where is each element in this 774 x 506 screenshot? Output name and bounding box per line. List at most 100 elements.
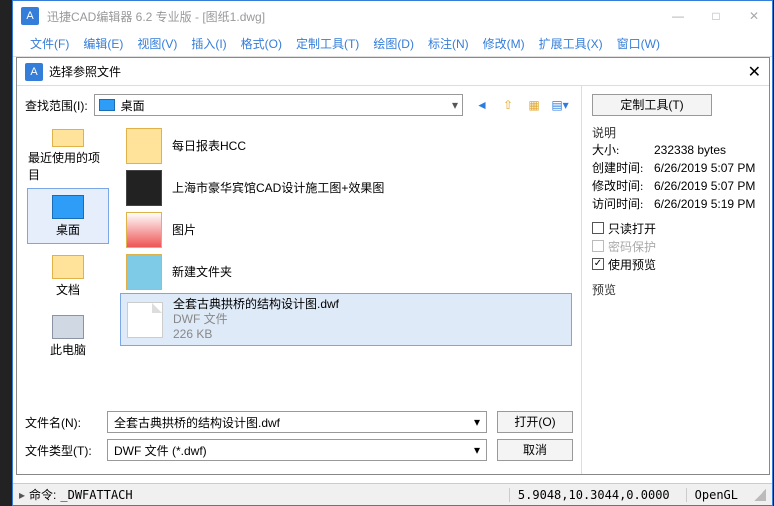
size-label: 大小:: [592, 141, 648, 159]
command-value: _DWFATTACH: [60, 488, 132, 502]
file-item-selected[interactable]: 全套古典拱桥的结构设计图.dwfDWF 文件226 KB: [120, 293, 572, 346]
filetype-combo[interactable]: DWF 文件 (*.dwf) ▾: [107, 439, 487, 461]
place-desktop[interactable]: 桌面: [27, 188, 109, 244]
place-recent-label: 最近使用的项目: [28, 149, 108, 183]
file-size: 226 KB: [173, 327, 339, 342]
password-label: 密码保护: [608, 238, 656, 255]
dialog-title: 选择参照文件: [49, 63, 748, 80]
place-documents[interactable]: 文档: [27, 248, 109, 304]
folder-icon: [126, 170, 162, 206]
menu-window[interactable]: 窗口(W): [610, 31, 667, 56]
file-dialog: A 选择参照文件 ✕ 查找范围(I): 桌面 ▾ ◄ ⇧ ▦ ▤▾: [16, 57, 770, 475]
folder-item[interactable]: 上海市豪华宾馆CAD设计施工图+效果图: [120, 167, 572, 209]
up-icon[interactable]: ⇧: [499, 96, 517, 114]
password-checkbox: 密码保护: [592, 237, 759, 255]
renderer: OpenGL: [686, 488, 746, 502]
checkbox-icon: [592, 222, 604, 234]
file-list[interactable]: 每日报表HCC 上海市豪华宾馆CAD设计施工图+效果图 图片 新建文件夹 全套古…: [119, 124, 573, 402]
preview-title: 预览: [592, 281, 759, 298]
filename-combo[interactable]: 全套古典拱桥的结构设计图.dwf ▾: [107, 411, 487, 433]
file-name: 图片: [172, 223, 196, 238]
file-icon: [127, 302, 163, 338]
place-recent[interactable]: 最近使用的项目: [27, 128, 109, 184]
minimize-button[interactable]: —: [668, 9, 688, 23]
mtime-value: 6/26/2019 5:07 PM: [654, 177, 755, 195]
info-title: 说明: [592, 124, 759, 141]
title-bar: A 迅捷CAD编辑器 6.2 专业版 - [图纸1.dwg] — □ ✕: [13, 1, 772, 31]
file-name: 每日报表HCC: [172, 139, 246, 154]
view-menu-icon[interactable]: ▤▾: [551, 96, 569, 114]
maximize-button[interactable]: □: [706, 9, 726, 23]
folder-icon: [126, 128, 162, 164]
custom-tools-button[interactable]: 定制工具(T): [592, 94, 712, 116]
window-title: 迅捷CAD编辑器 6.2 专业版 - [图纸1.dwg]: [47, 8, 668, 25]
size-value: 232338 bytes: [654, 141, 726, 159]
atime-label: 访问时间:: [592, 195, 648, 213]
readonly-checkbox[interactable]: 只读打开: [592, 219, 759, 237]
menu-format[interactable]: 格式(O): [234, 31, 289, 56]
readonly-label: 只读打开: [608, 220, 656, 237]
ctime-label: 创建时间:: [592, 159, 648, 177]
menu-file[interactable]: 文件(F): [23, 31, 76, 56]
desktop-icon: [99, 99, 115, 111]
atime-value: 6/26/2019 5:19 PM: [654, 195, 755, 213]
cancel-button[interactable]: 取消: [497, 439, 573, 461]
file-name: 新建文件夹: [172, 265, 232, 280]
checkbox-icon: ✓: [592, 258, 604, 270]
filename-value: 全套古典拱桥的结构设计图.dwf: [114, 414, 280, 431]
status-bar: ▸ 命令: _DWFATTACH 5.9048,10.3044,0.0000 Op…: [13, 483, 772, 505]
folder-item[interactable]: 新建文件夹: [120, 251, 572, 293]
menu-edit[interactable]: 编辑(E): [76, 31, 130, 56]
menu-modify[interactable]: 修改(M): [476, 31, 532, 56]
folder-item[interactable]: 图片: [120, 209, 572, 251]
filename-label: 文件名(N):: [25, 414, 97, 431]
menu-dimension[interactable]: 标注(N): [421, 31, 476, 56]
menu-draw[interactable]: 绘图(D): [366, 31, 421, 56]
file-name: 上海市豪华宾馆CAD设计施工图+效果图: [172, 181, 384, 196]
place-desktop-label: 桌面: [56, 221, 80, 238]
filetype-value: DWF 文件 (*.dwf): [114, 442, 207, 459]
dialog-close-button[interactable]: ✕: [748, 62, 761, 82]
close-button[interactable]: ✕: [744, 9, 764, 23]
new-folder-icon[interactable]: ▦: [525, 96, 543, 114]
folder-icon: [126, 254, 162, 290]
open-button[interactable]: 打开(O): [497, 411, 573, 433]
mtime-label: 修改时间:: [592, 177, 648, 195]
app-icon: A: [21, 7, 39, 25]
look-in-label: 查找范围(I):: [25, 97, 88, 114]
folder-icon: [126, 212, 162, 248]
side-panel: 定制工具(T) 说明 大小: 232338 bytes 创建时间: 6/26/201…: [581, 86, 769, 474]
dialog-icon: A: [25, 63, 43, 81]
look-in-combo[interactable]: 桌面 ▾: [94, 94, 463, 116]
menu-view[interactable]: 视图(V): [130, 31, 184, 56]
file-name: 全套古典拱桥的结构设计图.dwf: [173, 297, 339, 312]
chevron-right-icon: ▸: [19, 488, 25, 502]
places-bar: 最近使用的项目 桌面 文档 此电脑: [25, 124, 111, 402]
recent-icon: [52, 129, 84, 147]
folder-item[interactable]: 每日报表HCC: [120, 125, 572, 167]
resize-grip-icon[interactable]: [754, 489, 766, 501]
menu-bar: 文件(F) 编辑(E) 视图(V) 插入(I) 格式(O) 定制工具(T) 绘图…: [13, 31, 772, 57]
documents-icon: [52, 255, 84, 279]
menu-extend[interactable]: 扩展工具(X): [532, 31, 610, 56]
pc-icon: [52, 315, 84, 339]
preview-label: 使用预览: [608, 256, 656, 273]
preview-checkbox[interactable]: ✓ 使用预览: [592, 255, 759, 273]
filetype-label: 文件类型(T):: [25, 442, 97, 459]
file-type: DWF 文件: [173, 312, 339, 327]
ctime-value: 6/26/2019 5:07 PM: [654, 159, 755, 177]
chevron-down-icon: ▾: [474, 443, 480, 457]
place-documents-label: 文档: [56, 281, 80, 298]
desktop-icon: [52, 195, 84, 219]
place-this-pc-label: 此电脑: [50, 341, 86, 358]
look-in-value: 桌面: [121, 97, 145, 114]
command-label: 命令:: [29, 486, 56, 503]
place-this-pc[interactable]: 此电脑: [27, 308, 109, 364]
menu-insert[interactable]: 插入(I): [184, 31, 233, 56]
chevron-down-icon: ▾: [452, 98, 458, 112]
chevron-down-icon: ▾: [474, 415, 480, 429]
back-icon[interactable]: ◄: [473, 96, 491, 114]
coordinates: 5.9048,10.3044,0.0000: [509, 488, 678, 502]
checkbox-icon: [592, 240, 604, 252]
menu-tools[interactable]: 定制工具(T): [289, 31, 366, 56]
